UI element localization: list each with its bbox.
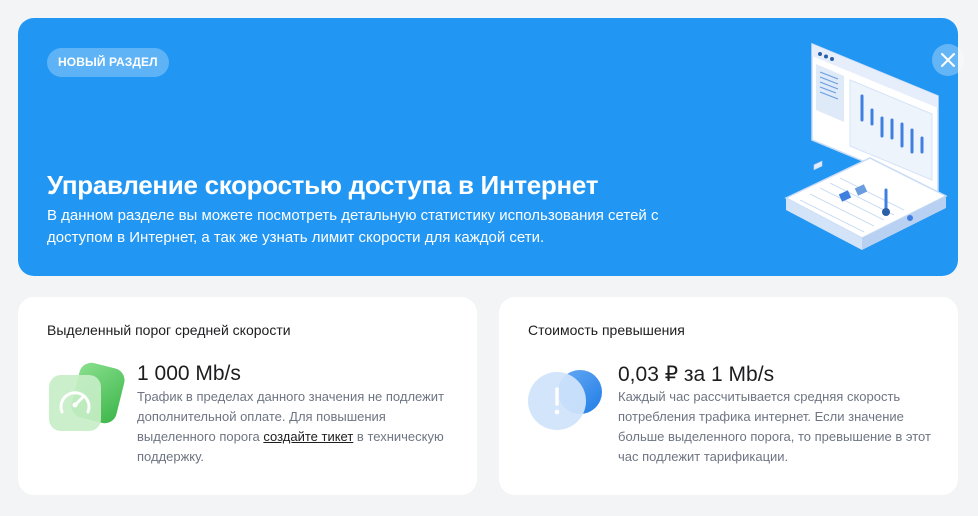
close-icon xyxy=(941,53,955,67)
threshold-description: Трафик в пределах данного значения не по… xyxy=(137,389,445,464)
promo-banner: НОВЫЙ РАЗДЕЛ Управление скоростью доступ… xyxy=(18,18,958,276)
threshold-value: 1 000 Mb/s xyxy=(137,362,241,385)
overage-card: Стоимость превышения 0,03 ₽ за 1 Mb/s Ка… xyxy=(499,297,958,495)
computer-illustration xyxy=(784,42,948,250)
new-section-badge: НОВЫЙ РАЗДЕЛ xyxy=(47,48,169,77)
speedometer-icon xyxy=(49,362,125,431)
overage-description: Каждый час рассчитывается средняя скорос… xyxy=(618,389,931,464)
banner-title: Управление скоростью доступа в Интернет xyxy=(47,170,599,200)
close-button[interactable] xyxy=(932,44,964,76)
banner-description: В данном разделе вы можете посмотреть де… xyxy=(47,207,659,246)
create-ticket-link[interactable]: создайте тикет xyxy=(263,429,353,444)
threshold-card: Выделенный порог средней скорости 1 000 … xyxy=(18,297,477,495)
overage-value: 0,03 ₽ за 1 Mb/s xyxy=(618,363,775,386)
exclamation-icon xyxy=(528,370,602,430)
threshold-card-title: Выделенный порог средней скорости xyxy=(47,322,291,338)
overage-card-title: Стоимость превышения xyxy=(528,322,685,338)
